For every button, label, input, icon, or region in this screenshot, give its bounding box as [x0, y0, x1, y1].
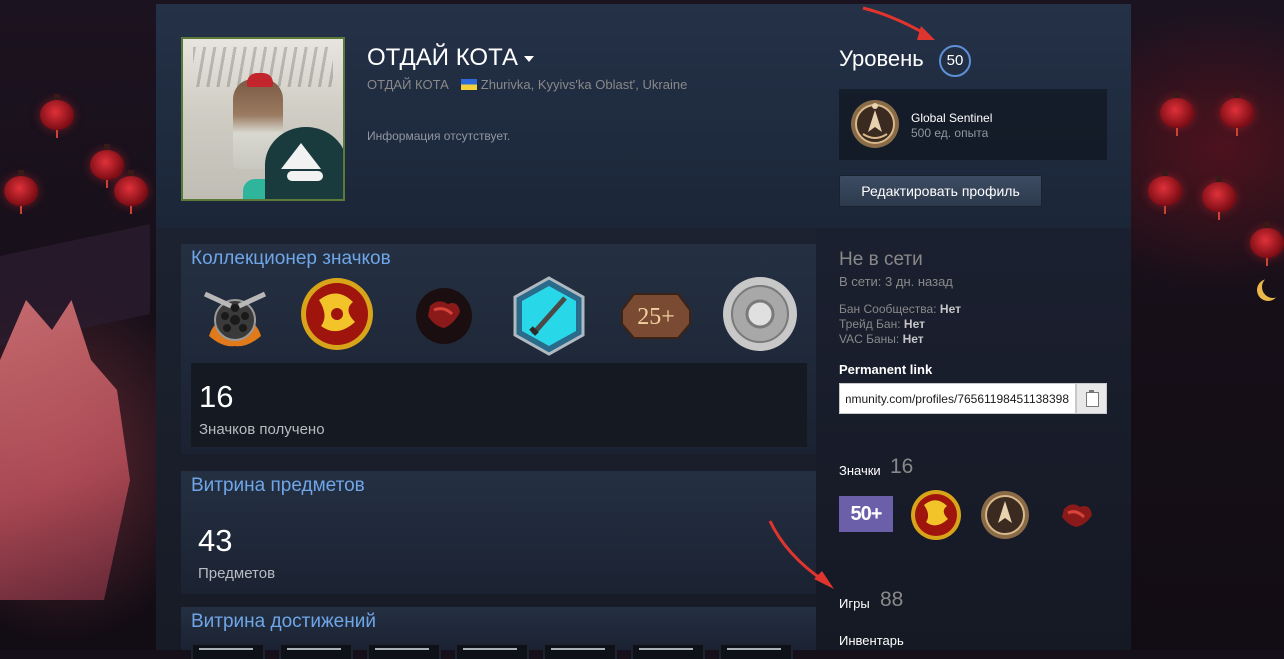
location: Zhurivka, Kyyivs'ka Oblast', Ukraine — [480, 77, 688, 92]
profile-side-column — [816, 228, 1131, 650]
golden-dragon-badge-icon[interactable] — [910, 489, 962, 541]
avatar-frame-eyes — [287, 171, 323, 181]
games-link[interactable]: Игры — [839, 596, 870, 611]
profile-header: ОТДАЙ КОТА ОТДАЙ КОТА Zhurivka, Kyyivs'ka… — [156, 4, 1131, 228]
item-count: 43 — [198, 523, 233, 558]
badges-link[interactable]: Значки — [839, 463, 881, 478]
chevron-down-icon — [523, 55, 534, 62]
achievement-showcase: Витрина достижений — [181, 607, 816, 659]
achievement-icon[interactable] — [719, 643, 793, 659]
lantern-decoration — [1202, 176, 1236, 220]
showcase-title[interactable]: Витрина предметов — [191, 475, 365, 497]
ban-value: Нет — [903, 317, 925, 331]
item-count-label: Предметов — [198, 565, 276, 582]
annotation-arrow-icon — [768, 520, 834, 589]
achievement-icon[interactable] — [191, 643, 265, 659]
online-status: Не в сети — [839, 249, 923, 270]
25-years-badge-text: 25+ — [637, 304, 675, 330]
lantern-decoration — [90, 144, 124, 188]
red-creature-badge-icon[interactable] — [1050, 489, 1102, 541]
community-ban-status: Бан Сообщества: Нет — [839, 302, 961, 316]
ukraine-flag-icon — [460, 79, 477, 90]
badge-count-box: 16 Значков получено — [191, 363, 807, 447]
real-name: ОТДАЙ КОТА — [367, 77, 449, 92]
level-50-badge[interactable]: 50+ — [839, 496, 893, 532]
badges-count[interactable]: 16 — [890, 455, 913, 479]
persona-name-dropdown[interactable]: ОТДАЙ КОТА — [367, 44, 534, 72]
lantern-decoration — [1148, 170, 1182, 214]
favorite-badge-xp: 500 ед. опыта — [911, 126, 989, 140]
hexagon-sword-badge-icon[interactable] — [509, 276, 589, 356]
achievement-icon[interactable] — [631, 643, 705, 659]
annotation-arrow-icon — [862, 6, 935, 40]
profile-summary: Информация отсутствует. — [367, 129, 511, 143]
trade-ban-status: Трейд Бан: Нет — [839, 317, 925, 331]
silver-round-badge-icon[interactable] — [720, 276, 800, 356]
copy-link-button[interactable] — [1076, 383, 1107, 414]
clipboard-icon — [1086, 390, 1099, 407]
real-name-location: ОТДАЙ КОТА Zhurivka, Kyyivs'ka Oblast', U… — [367, 77, 687, 92]
permanent-link-input[interactable] — [839, 383, 1076, 414]
lantern-decoration — [1160, 92, 1194, 136]
achievement-icon[interactable] — [367, 643, 441, 659]
item-showcase: Витрина предметов 43 Предметов — [181, 471, 816, 594]
favorite-badge[interactable]: Global Sentinel 500 ед. опыта — [839, 89, 1107, 160]
avatar[interactable] — [181, 37, 345, 201]
persona-name: ОТДАЙ КОТА — [367, 44, 518, 71]
lantern-decoration — [4, 170, 38, 214]
ban-label: Бан Сообщества: — [839, 302, 937, 316]
lantern-decoration — [1220, 92, 1254, 136]
inventory-link[interactable]: Инвентарь — [839, 633, 904, 648]
showcase-title[interactable]: Витрина достижений — [191, 611, 376, 633]
moon-icon — [1262, 276, 1284, 298]
ban-label: Трейд Бан: — [839, 317, 901, 331]
ban-value: Нет — [939, 302, 961, 316]
achievement-icon[interactable] — [455, 643, 529, 659]
showcase-title[interactable]: Коллекционер значков — [191, 248, 391, 270]
ban-label: VAC Баны: — [839, 332, 900, 346]
achievement-row — [191, 643, 793, 659]
25-years-badge-icon[interactable]: 25+ — [616, 276, 696, 356]
global-sentinel-badge-icon[interactable] — [979, 489, 1031, 541]
achievement-icon[interactable] — [279, 643, 353, 659]
lantern-decoration — [114, 170, 148, 214]
favorite-badge-name: Global Sentinel — [911, 111, 993, 125]
avatar-cap — [247, 73, 273, 87]
golden-dragon-badge-icon[interactable] — [297, 276, 377, 356]
red-creature-badge-icon[interactable] — [404, 276, 484, 356]
last-online: В сети: 3 дн. назад — [839, 274, 953, 289]
ban-value: Нет — [902, 332, 924, 346]
badge-count: 16 — [199, 379, 234, 414]
permanent-link-title: Permanent link — [839, 362, 933, 377]
games-count[interactable]: 88 — [880, 588, 903, 612]
badge-count-label: Значков получено — [199, 421, 325, 438]
lantern-decoration — [40, 94, 74, 138]
revolver-badge-icon[interactable] — [195, 276, 275, 356]
edit-profile-button[interactable]: Редактировать профиль — [839, 175, 1042, 207]
vac-ban-status: VAC Баны: Нет — [839, 332, 924, 346]
achievement-icon[interactable] — [543, 643, 617, 659]
lantern-decoration — [1250, 222, 1284, 266]
global-sentinel-badge-icon — [851, 100, 899, 148]
